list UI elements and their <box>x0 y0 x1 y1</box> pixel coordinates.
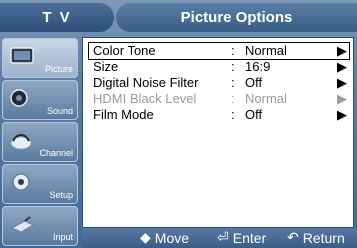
menu-panel: Color Tone : Normal ▶ Size : 16:9 ▶ Digi… <box>82 37 354 228</box>
sidebar-item-label: Picture <box>44 64 73 74</box>
return-icon: ↶ <box>287 229 299 245</box>
sidebar-item-setup[interactable]: Setup <box>2 164 78 204</box>
nav-enter: ⏎ Enter <box>217 229 266 246</box>
menu-row-name: Size <box>93 59 119 74</box>
nav-return-label: Return <box>302 229 345 246</box>
sidebar-item-label: Channel <box>39 148 73 158</box>
tv-label: T V <box>0 3 114 32</box>
menu-row-colon: : <box>231 91 235 106</box>
menu-row-colon: : <box>231 107 235 122</box>
chevron-right-icon: ▶ <box>337 43 347 58</box>
menu-row-value: Normal <box>245 43 287 58</box>
menu-row-value: 16:9 <box>245 59 271 74</box>
menu-row-value: Normal <box>245 91 287 106</box>
nav-return: ↶ Return <box>287 229 345 246</box>
sidebar-item-input[interactable]: Input <box>2 206 78 246</box>
move-icon: ◆ <box>140 229 151 245</box>
menu-row-hdmi-black-level: HDMI Black Level : Normal ▶ <box>89 91 349 107</box>
sidebar: Picture Sound Channel Setup Input <box>0 32 80 248</box>
menu-row-name: Digital Noise Filter <box>93 75 199 90</box>
channel-icon <box>9 129 37 156</box>
menu-row-digital-noise-filter[interactable]: Digital Noise Filter : Off ▶ <box>89 75 349 91</box>
enter-icon: ⏎ <box>217 229 229 245</box>
chevron-right-icon: ▶ <box>337 75 347 90</box>
input-icon <box>9 213 37 240</box>
menu-row-value: Off <box>245 75 263 90</box>
bottom-nav-bar: ◆ Move ⏎ Enter ↶ Return <box>82 228 357 248</box>
nav-move: ◆ Move <box>140 229 189 246</box>
menu-row-film-mode[interactable]: Film Mode : Off ▶ <box>89 107 349 123</box>
nav-move-label: Move <box>154 229 190 246</box>
menu-row-color-tone[interactable]: Color Tone : Normal ▶ <box>88 42 350 60</box>
menu-row-size[interactable]: Size : 16:9 ▶ <box>89 59 349 75</box>
menu-row-colon: : <box>231 43 235 58</box>
tv-osd-screen: T V Picture Options Picture Sound Channe… <box>0 0 357 248</box>
sidebar-item-picture[interactable]: Picture <box>2 38 78 78</box>
menu-row-name: Film Mode <box>93 107 154 122</box>
sidebar-item-sound[interactable]: Sound <box>2 80 78 120</box>
menu-row-colon: : <box>231 75 235 90</box>
sidebar-item-channel[interactable]: Channel <box>2 122 78 162</box>
menu-row-name: Color Tone <box>93 43 156 58</box>
sidebar-item-label: Input <box>52 232 73 242</box>
sidebar-item-label: Sound <box>46 106 73 116</box>
setup-icon <box>9 171 37 198</box>
chevron-right-icon: ▶ <box>337 91 347 106</box>
sidebar-item-label: Setup <box>49 190 73 200</box>
nav-enter-label: Enter <box>232 229 267 246</box>
chevron-right-icon: ▶ <box>337 107 347 122</box>
chevron-right-icon: ▶ <box>337 59 347 74</box>
menu-row-value: Off <box>245 107 263 122</box>
menu-row-name: HDMI Black Level <box>93 91 197 106</box>
page-title: Picture Options <box>116 3 357 32</box>
sound-icon <box>9 87 37 114</box>
picture-icon <box>9 45 37 72</box>
menu-row-colon: : <box>231 59 235 74</box>
